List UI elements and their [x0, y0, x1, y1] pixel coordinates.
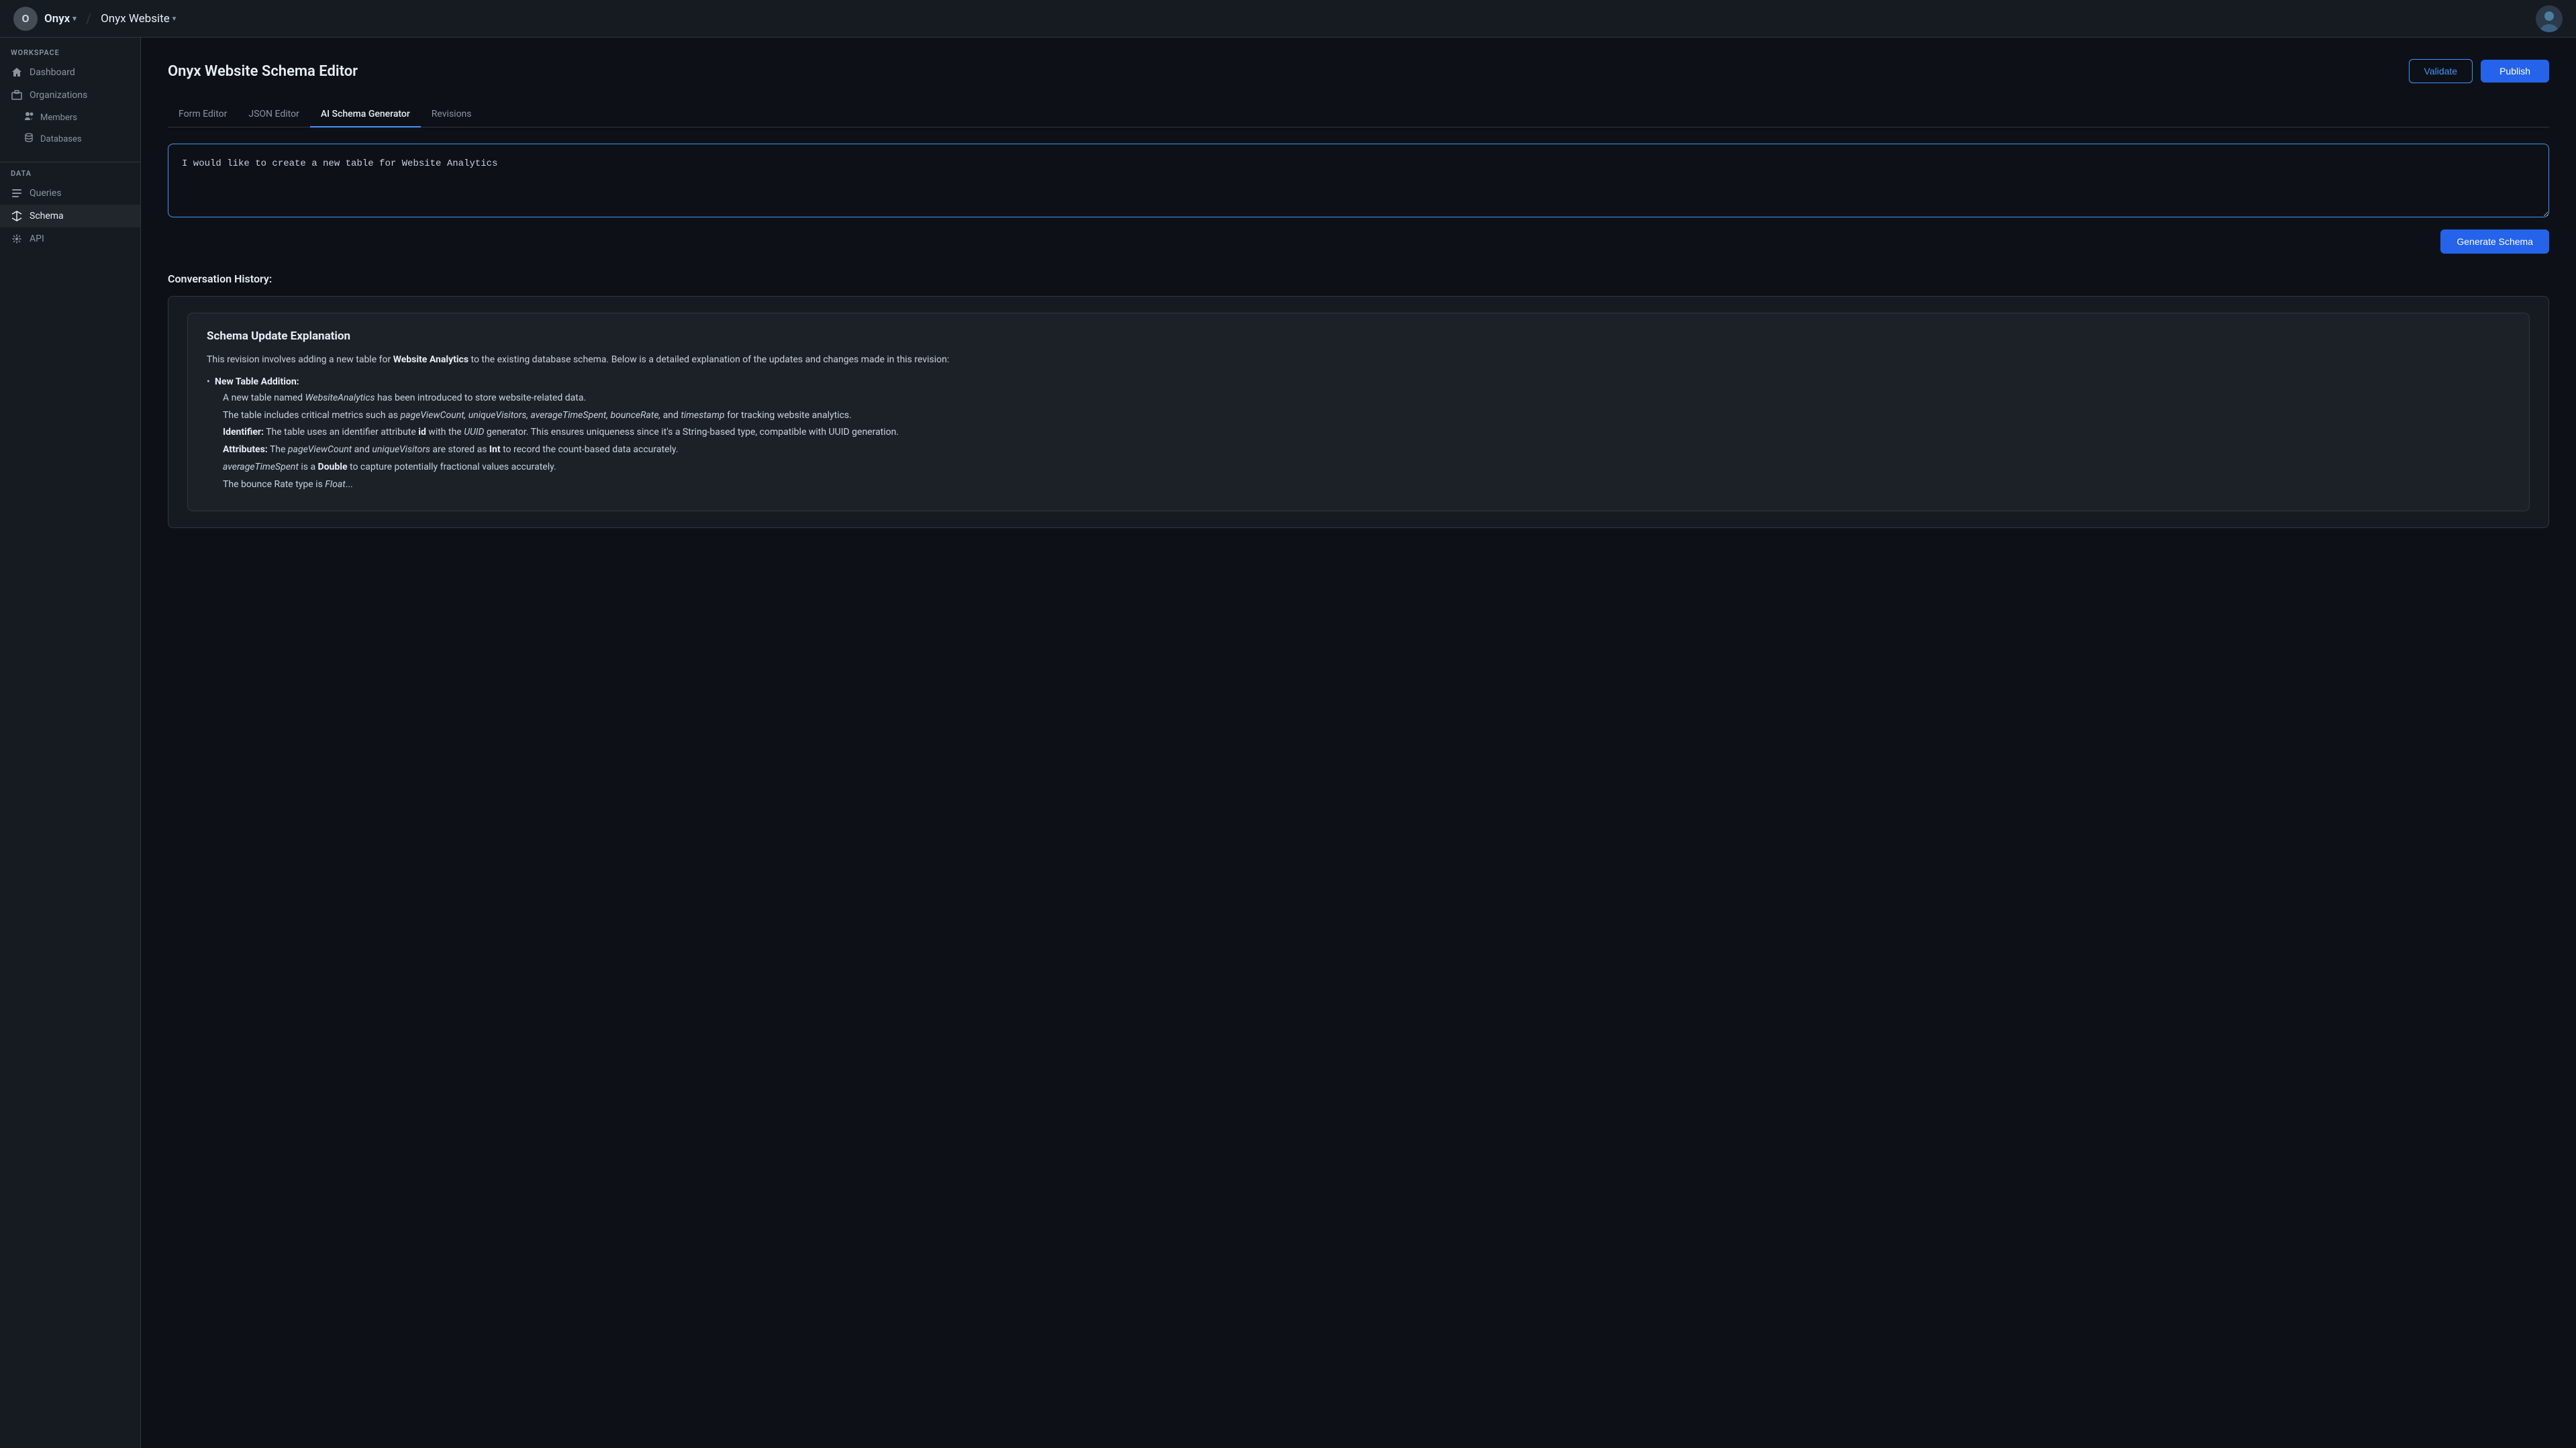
- tab-ai-schema-generator[interactable]: AI Schema Generator: [310, 102, 421, 127]
- breadcrumb-separator: /: [86, 11, 91, 27]
- org-name-label: Onyx: [44, 12, 70, 25]
- workspace-label: WORKSPACE: [0, 48, 140, 57]
- data-label: DATA: [0, 169, 140, 178]
- members-label: Members: [40, 113, 77, 123]
- org-icon: [11, 89, 23, 101]
- tab-form-editor[interactable]: Form Editor: [168, 102, 238, 127]
- sidebar-item-api[interactable]: API: [0, 227, 140, 250]
- sub-list-new-table: A new table named WebsiteAnalytics has b…: [215, 391, 2510, 493]
- content-area: Onyx Website Schema Editor Validate Publ…: [141, 38, 2576, 1448]
- project-name-button[interactable]: Onyx Website ▾: [101, 12, 176, 25]
- schema-intro-text: This revision involves adding a new tabl…: [207, 352, 2510, 368]
- workspace-section: WORKSPACE Dashboard Organizations: [0, 48, 140, 150]
- ai-prompt-input[interactable]: [168, 144, 2549, 217]
- queries-icon: [11, 187, 23, 199]
- tab-json-editor[interactable]: JSON Editor: [238, 102, 309, 127]
- generate-schema-button[interactable]: Generate Schema: [2440, 229, 2549, 254]
- list-item-new-table: New Table Addition: A new table named We…: [207, 374, 2510, 493]
- sub-item-identifier: Identifier: The table uses an identifier…: [215, 425, 2510, 441]
- main-content: Onyx Website Schema Editor Validate Publ…: [141, 38, 2576, 1448]
- schema-update-box: Schema Update Explanation This revision …: [187, 313, 2530, 511]
- members-icon: [24, 111, 34, 123]
- schema-bullet-list: New Table Addition: A new table named We…: [207, 374, 2510, 493]
- schema-label: Schema: [30, 211, 64, 221]
- sidebar-item-queries[interactable]: Queries: [0, 182, 140, 205]
- databases-label: Databases: [40, 134, 82, 144]
- queries-label: Queries: [30, 188, 62, 199]
- api-label: API: [30, 234, 44, 244]
- org-name-button[interactable]: Onyx ▾: [44, 12, 77, 25]
- main-layout: WORKSPACE Dashboard Organizations: [0, 38, 2576, 1448]
- validate-button[interactable]: Validate: [2409, 59, 2473, 83]
- sub-item-avg-time: averageTimeSpent is a Double to capture …: [215, 460, 2510, 476]
- header-actions: Validate Publish: [2409, 59, 2549, 83]
- sidebar-item-schema[interactable]: Schema: [0, 205, 140, 227]
- sub-item-bounce-rate: The bounce Rate type is Float...: [215, 477, 2510, 493]
- page-title: Onyx Website Schema Editor: [168, 63, 358, 80]
- sidebar-item-organizations[interactable]: Organizations: [0, 84, 140, 107]
- home-icon: [11, 66, 23, 79]
- sub-item-metrics: The table includes critical metrics such…: [215, 408, 2510, 424]
- project-name-label: Onyx Website: [101, 12, 170, 25]
- data-section: DATA Queries Schema: [0, 169, 140, 250]
- sidebar-item-databases[interactable]: Databases: [0, 128, 140, 150]
- sub-item-intro: A new table named WebsiteAnalytics has b…: [215, 391, 2510, 407]
- schema-box-title: Schema Update Explanation: [207, 329, 2510, 343]
- project-chevron-icon: ▾: [172, 14, 177, 23]
- conversation-history-heading: Conversation History:: [168, 272, 2549, 285]
- tab-bar: Form Editor JSON Editor AI Schema Genera…: [168, 102, 2549, 127]
- generate-row: Generate Schema: [168, 229, 2549, 254]
- page-header: Onyx Website Schema Editor Validate Publ…: [168, 59, 2549, 83]
- topnav-left: O Onyx ▾ / Onyx Website ▾: [13, 7, 176, 31]
- sub-item-attributes: Attributes: The pageViewCount and unique…: [215, 442, 2510, 458]
- sidebar: WORKSPACE Dashboard Organizations: [0, 38, 141, 1448]
- top-navbar: O Onyx ▾ / Onyx Website ▾: [0, 0, 2576, 38]
- sidebar-item-members[interactable]: Members: [0, 107, 140, 128]
- sidebar-item-dashboard[interactable]: Dashboard: [0, 61, 140, 84]
- dashboard-label: Dashboard: [30, 67, 75, 78]
- databases-icon: [24, 133, 34, 145]
- tab-revisions[interactable]: Revisions: [421, 102, 483, 127]
- org-avatar[interactable]: O: [13, 7, 38, 31]
- schema-icon: [11, 210, 23, 222]
- org-chevron-icon: ▾: [72, 14, 77, 23]
- api-icon: [11, 233, 23, 245]
- organizations-label: Organizations: [30, 90, 87, 101]
- publish-button[interactable]: Publish: [2481, 60, 2549, 83]
- user-avatar[interactable]: [2536, 5, 2563, 32]
- conversation-container: Schema Update Explanation This revision …: [168, 296, 2549, 528]
